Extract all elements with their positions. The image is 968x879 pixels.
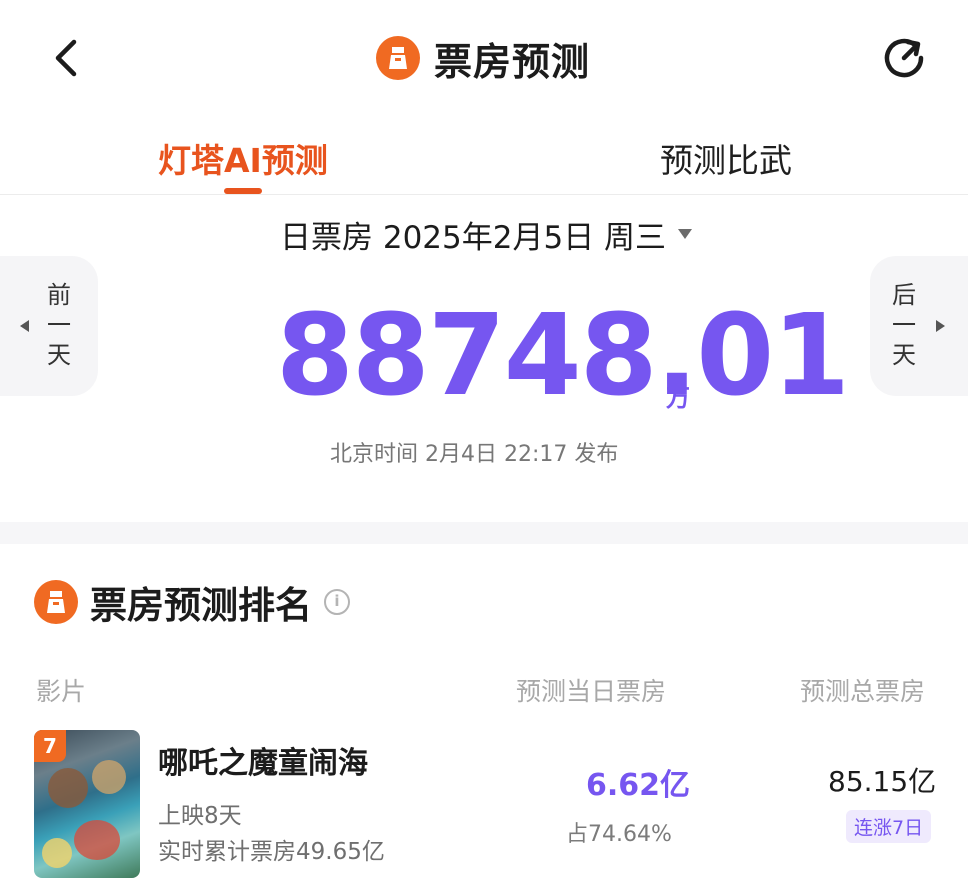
active-tab-indicator <box>224 188 262 194</box>
prev-day-char: 天 <box>47 341 71 369</box>
column-header-film: 影片 <box>36 677 87 706</box>
lighthouse-logo-icon <box>34 580 78 624</box>
tab-bar: 灯塔AI预测 预测比武 <box>0 118 968 195</box>
forecast-unit: 万 <box>666 384 690 412</box>
next-day-button[interactable]: 后 一 天 <box>870 256 968 396</box>
tab-ai-forecast[interactable]: 灯塔AI预测 <box>158 134 328 182</box>
ranking-title: 票房预测排名 <box>90 584 312 627</box>
prev-day-char: 一 <box>47 311 71 339</box>
movie-title: 哪吒之魔童闹海 <box>158 746 368 781</box>
next-day-char: 后 <box>892 281 916 309</box>
caret-down-icon <box>678 229 693 239</box>
total-box-office-value: 85.15亿 <box>828 765 937 798</box>
forecast-value: 88748.01 <box>276 291 850 421</box>
date-selector[interactable]: 日票房 2025年2月5日 周三 <box>280 212 693 256</box>
section-divider <box>0 522 968 544</box>
next-day-label: 后 一 天 <box>890 280 918 370</box>
prev-day-label: 前 一 天 <box>45 280 73 370</box>
next-day-char: 一 <box>892 311 916 339</box>
streak-badge: 连涨7日 <box>846 810 932 843</box>
date-label: 日票房 2025年2月5日 周三 <box>280 219 667 256</box>
table-row[interactable]: 7 哪吒之魔童闹海 上映8天 实时累计票房49.65亿 6.62亿 占74.64… <box>0 720 968 879</box>
publish-time: 北京时间 2月4日 22:17 发布 <box>330 442 619 467</box>
movie-days-showing: 上映8天 <box>158 803 242 829</box>
page-title: 票房预测 <box>434 39 591 84</box>
info-icon[interactable]: i <box>324 589 350 615</box>
page-title-group: 票房预测 <box>376 30 590 86</box>
tab-forecast-contest[interactable]: 预测比武 <box>660 134 792 182</box>
column-header-total-box-office[interactable]: 预测总票房 <box>800 672 925 708</box>
prev-day-button[interactable]: 前 一 天 <box>0 256 98 396</box>
movie-cumulative-box-office: 实时累计票房49.65亿 <box>158 839 385 865</box>
back-arrow-icon[interactable] <box>48 36 88 80</box>
day-box-office-value: 6.62亿 <box>586 768 691 803</box>
ranking-header: 票房预测排名 i <box>34 574 350 630</box>
header: 票房预测 <box>0 0 968 118</box>
refresh-icon[interactable] <box>880 34 928 82</box>
prev-day-char: 前 <box>47 281 71 309</box>
column-header-day-box-office[interactable]: 预测当日票房 <box>516 672 666 708</box>
next-day-char: 天 <box>892 341 916 369</box>
lighthouse-logo-icon <box>376 36 420 80</box>
triangle-right-icon <box>936 320 945 332</box>
triangle-left-icon <box>20 320 29 332</box>
rank-badge: 7 <box>34 730 66 762</box>
day-share-value: 占74.64% <box>566 822 672 847</box>
